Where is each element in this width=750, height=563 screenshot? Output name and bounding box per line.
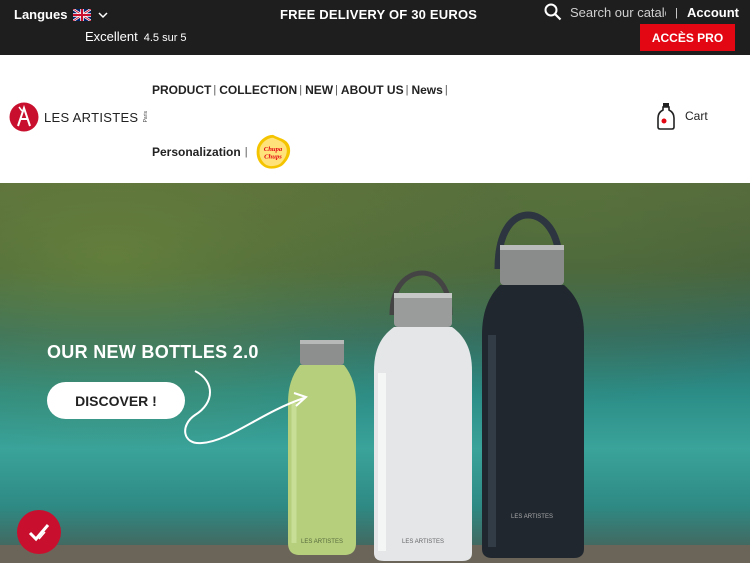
hero-title: OUR NEW BOTTLES 2.0	[47, 342, 259, 362]
rating-widget[interactable]: Excellent 4.5 sur 5	[85, 29, 187, 44]
cart-link[interactable]: Cart	[656, 102, 708, 130]
brand-logo[interactable]: LES ARTISTES Paris	[9, 102, 149, 132]
bottle-cart-icon	[657, 103, 675, 130]
les-artistes-logo-icon	[9, 102, 39, 132]
trust-badge[interactable]	[17, 510, 61, 554]
curved-arrow-icon	[184, 370, 308, 445]
nav-item-news[interactable]: News	[411, 83, 442, 97]
discover-button[interactable]: DISCOVER !	[47, 382, 185, 419]
svg-text:Chupa: Chupa	[263, 146, 282, 153]
language-label: Langues	[14, 7, 68, 22]
nav-item-product[interactable]: PRODUCT	[152, 83, 211, 97]
chupa-chups-logo[interactable]: Chupa Chups	[254, 133, 292, 171]
rating-score: 4.5 sur 5	[143, 32, 187, 44]
secondary-nav: Personalization | Chupa Chups	[152, 133, 292, 171]
divider: |	[675, 7, 678, 19]
bottle-brand-text-2: LES ARTISTES	[402, 539, 444, 545]
nav-item-new[interactable]: NEW	[305, 83, 333, 97]
nav-item-about-us[interactable]: ABOUT US	[341, 83, 404, 97]
language-selector[interactable]: Langues	[14, 7, 109, 22]
chevron-down-icon	[98, 11, 108, 18]
nav-item-collection[interactable]: COLLECTION	[219, 83, 297, 97]
search-input[interactable]	[570, 4, 666, 20]
top-bar: Langues Excellent 4.5 sur 5 FREE DELIVER…	[0, 0, 750, 55]
svg-text:Chups: Chups	[264, 154, 282, 161]
cart-label: Cart	[685, 109, 708, 123]
hero-banner: LES ARTISTES LES ARTISTES LES ARTISTES O…	[0, 183, 750, 563]
bottle-brand-text-3: LES ARTISTES	[511, 514, 553, 520]
bottle-brand-text: LES ARTISTES	[301, 539, 343, 545]
pro-access-button[interactable]: ACCÈS PRO	[640, 24, 735, 51]
main-nav: PRODUCT | COLLECTION | NEW | ABOUT US | News…	[152, 83, 448, 97]
checkmark-badge-icon	[28, 524, 50, 542]
logo-subtitle: Paris	[143, 111, 150, 123]
search-icon[interactable]	[544, 3, 562, 21]
uk-flag-icon	[73, 8, 92, 21]
main-header: LES ARTISTES Paris PRODUCT | COLLECTION | …	[0, 55, 750, 183]
account-link[interactable]: Account	[687, 5, 739, 20]
nav-item-personalization[interactable]: Personalization	[152, 145, 241, 159]
promo-banner: FREE DELIVERY OF 30 EUROS	[280, 7, 478, 22]
search-bar[interactable]	[544, 3, 666, 21]
logo-text: LES ARTISTES	[44, 109, 139, 125]
rating-label: Excellent	[85, 29, 138, 44]
